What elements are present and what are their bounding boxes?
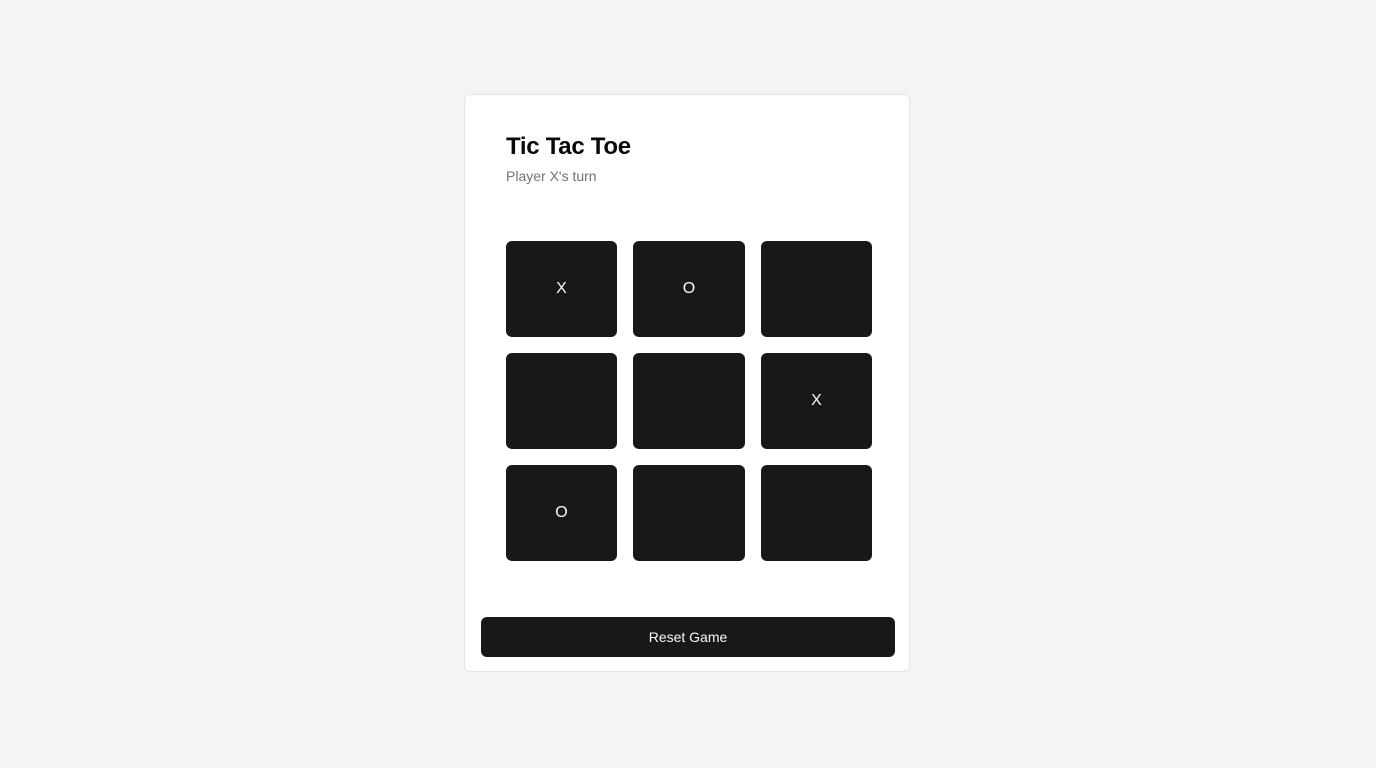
- board-cell-1[interactable]: X: [506, 241, 617, 337]
- board-cell-7[interactable]: O: [506, 465, 617, 561]
- board-cell-2[interactable]: O: [633, 241, 745, 337]
- game-title: Tic Tac Toe: [506, 133, 631, 160]
- board-cell-4[interactable]: [506, 353, 617, 449]
- board-cell-5[interactable]: [633, 353, 745, 449]
- board-cell-9[interactable]: [761, 465, 872, 561]
- board-cell-8[interactable]: [633, 465, 745, 561]
- board-cell-6[interactable]: X: [761, 353, 872, 449]
- reset-game-button[interactable]: Reset Game: [481, 617, 895, 657]
- game-card: Tic Tac Toe Player X's turn X O X O Rese…: [464, 94, 910, 672]
- board-cell-3[interactable]: [761, 241, 872, 337]
- turn-status: Player X's turn: [506, 168, 597, 184]
- game-board: X O X O: [506, 241, 872, 561]
